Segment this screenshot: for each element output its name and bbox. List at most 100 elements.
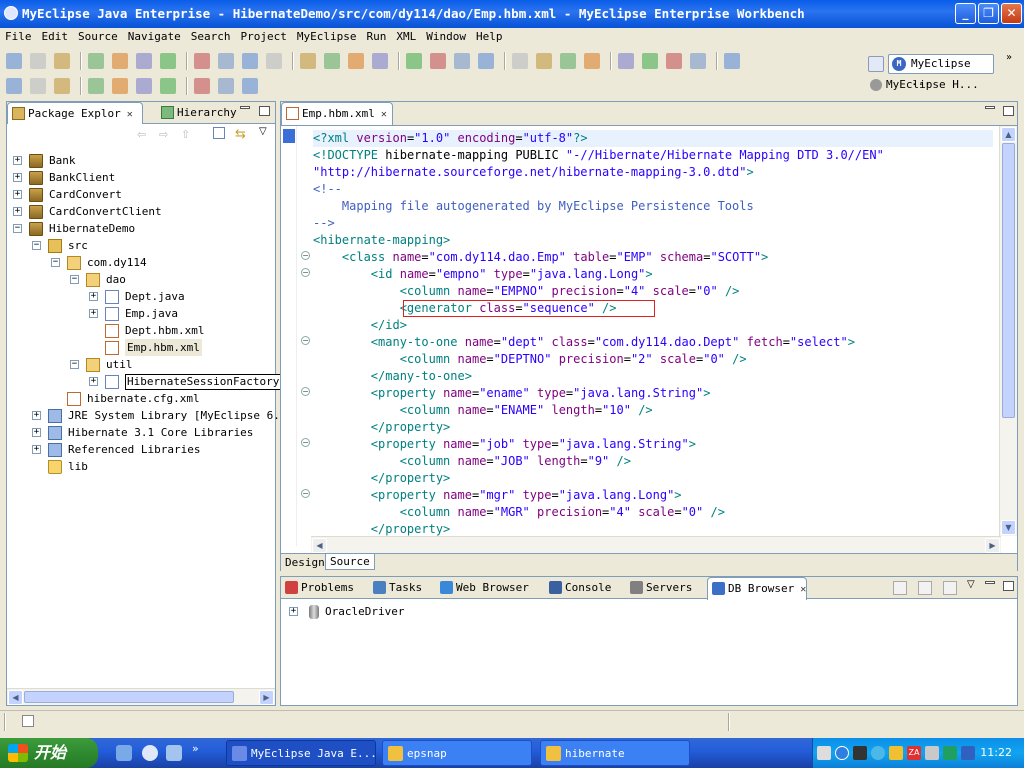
perspective-secondary[interactable]: MyEclipse H... <box>870 78 979 91</box>
perspective-myeclipse-button[interactable]: M MyEclipse ... <box>888 54 994 88</box>
toolbar1-button-9-icon[interactable] <box>242 53 258 69</box>
toolbar1-button-11-icon[interactable] <box>300 53 316 69</box>
maximize-view-icon[interactable] <box>259 106 270 116</box>
toolbar2-button-3-icon[interactable] <box>88 78 104 94</box>
toolbar1-button-8-icon[interactable] <box>218 53 234 69</box>
expand-icon[interactable]: + <box>89 309 98 318</box>
toolbar2-button-8-icon[interactable] <box>218 78 234 94</box>
menu-file[interactable]: File <box>0 28 37 46</box>
scroll-down-icon[interactable]: ▼ <box>1001 520 1016 535</box>
tree-item[interactable]: − dao <box>7 271 275 288</box>
expand-icon[interactable]: + <box>13 156 22 165</box>
expand-icon[interactable]: + <box>89 377 98 386</box>
toolbar2-button-6-icon[interactable] <box>160 78 176 94</box>
collapse-icon[interactable]: − <box>13 224 22 233</box>
quicklaunch-explorer-icon[interactable] <box>116 745 132 761</box>
toolbar1-button-18-icon[interactable] <box>478 53 494 69</box>
collapse-icon[interactable]: − <box>32 241 41 250</box>
tree-item[interactable]: + Bank <box>7 152 275 169</box>
maximize-bottom-icon[interactable] <box>1003 581 1014 591</box>
toolbar1-button-4-icon[interactable] <box>112 53 128 69</box>
close-button[interactable]: ✕ <box>1001 3 1022 24</box>
open-perspective-icon[interactable] <box>868 56 884 72</box>
tab-emp-hbm-xml[interactable]: Emp.hbm.xml ✕ <box>281 102 393 125</box>
fold-toggle-icon[interactable]: − <box>301 438 310 447</box>
scroll-right-icon[interactable]: ▶ <box>259 690 274 705</box>
tree-item[interactable]: + Referenced Libraries <box>7 441 275 458</box>
back-arrow-icon[interactable] <box>835 746 849 760</box>
expand-icon[interactable]: + <box>289 607 298 616</box>
za-icon[interactable]: ZA <box>907 746 921 760</box>
db-browser-open-icon[interactable] <box>943 581 957 595</box>
task-button[interactable]: epsnap <box>382 740 532 766</box>
toolbar1-button-20-icon[interactable] <box>536 53 552 69</box>
collapse-icon[interactable]: − <box>70 275 79 284</box>
toolbar2-button-4-icon[interactable] <box>112 78 128 94</box>
tree-item[interactable]: − util <box>7 356 275 373</box>
fold-toggle-icon[interactable]: − <box>301 336 310 345</box>
tab-hierarchy[interactable]: Hierarchy <box>157 102 247 124</box>
expand-icon[interactable]: + <box>13 207 22 216</box>
menu-help[interactable]: Help <box>471 28 508 46</box>
close-tab-icon[interactable]: ✕ <box>800 584 806 595</box>
toolbar2-button-5-icon[interactable] <box>136 78 152 94</box>
collapse-all-icon[interactable] <box>213 127 225 139</box>
tray-app-icon[interactable] <box>889 746 903 760</box>
toolbar2-button-0-icon[interactable] <box>6 78 22 94</box>
toolbar1-button-13-icon[interactable] <box>348 53 364 69</box>
quicklaunch-ie-icon[interactable] <box>142 745 158 761</box>
keyboard-icon[interactable] <box>817 746 831 760</box>
tree-item[interactable]: + JRE System Library [MyEclipse 6.0] <box>7 407 293 424</box>
start-button[interactable]: 开始 <box>0 738 98 768</box>
expand-icon[interactable]: + <box>32 445 41 454</box>
tree-item[interactable]: − src <box>7 237 275 254</box>
tree-item[interactable]: + BankClient <box>7 169 275 186</box>
db-browser-new-icon[interactable] <box>893 581 907 595</box>
toolbar1-button-19-icon[interactable] <box>512 53 528 69</box>
bottom-view-menu-icon[interactable]: ▽ <box>967 579 975 590</box>
expand-icon[interactable]: + <box>13 173 22 182</box>
minimize-button[interactable]: _ <box>955 3 976 24</box>
menu-xml[interactable]: XML <box>391 28 421 46</box>
tree-item[interactable]: − com.dy114 <box>7 254 275 271</box>
tree-hscrollbar[interactable]: ◀ ▶ <box>7 688 275 705</box>
toolbar1-button-5-icon[interactable] <box>136 53 152 69</box>
toolbar1-button-27-icon[interactable] <box>724 53 740 69</box>
clock[interactable]: 11:22 <box>980 738 1012 768</box>
editor-vscrollbar[interactable]: ▲ ▼ <box>999 126 1017 536</box>
back-icon[interactable]: ⇦ <box>137 128 146 141</box>
tab-web-browser[interactable]: Web Browser <box>436 577 543 599</box>
toolbar1-button-16-icon[interactable] <box>430 53 446 69</box>
menu-search[interactable]: Search <box>186 28 236 46</box>
menu-window[interactable]: Window <box>421 28 471 46</box>
collapse-icon[interactable]: − <box>51 258 60 267</box>
quicklaunch-media-icon[interactable] <box>166 745 182 761</box>
tab-design[interactable]: Design <box>285 556 325 569</box>
menu-navigate[interactable]: Navigate <box>123 28 186 46</box>
messenger-icon[interactable] <box>871 746 885 760</box>
tab-tasks[interactable]: Tasks <box>369 577 434 599</box>
tree-hscroll-thumb[interactable] <box>24 691 234 703</box>
link-with-editor-icon[interactable]: ⇆ <box>235 127 246 142</box>
editor-vscroll-thumb[interactable] <box>1002 143 1015 418</box>
tab-servers[interactable]: Servers <box>626 577 705 599</box>
toolbar1-button-26-icon[interactable] <box>690 53 706 69</box>
editor-hscrollbar[interactable]: ◀ ▶ <box>311 536 1001 553</box>
scroll-left-editor-icon[interactable]: ◀ <box>312 538 327 553</box>
scroll-right-editor-icon[interactable]: ▶ <box>985 538 1000 553</box>
toolbar1-button-12-icon[interactable] <box>324 53 340 69</box>
tree-item[interactable]: Dept.hbm.xml <box>7 322 275 339</box>
expand-icon[interactable]: + <box>32 411 41 420</box>
ati-icon[interactable] <box>961 746 975 760</box>
network-icon[interactable] <box>853 746 867 760</box>
toolbar1-button-25-icon[interactable] <box>666 53 682 69</box>
tree-item[interactable]: hibernate.cfg.xml <box>7 390 275 407</box>
toolbar1-button-22-icon[interactable] <box>584 53 600 69</box>
toolbar1-button-7-icon[interactable] <box>194 53 210 69</box>
quicklaunch-more-icon[interactable]: » <box>192 742 199 755</box>
tab-db-browser[interactable]: DB Browser ✕ <box>707 577 807 600</box>
fold-toggle-icon[interactable]: − <box>301 251 310 260</box>
fold-toggle-icon[interactable]: − <box>301 268 310 277</box>
toolbar2-button-9-icon[interactable] <box>242 78 258 94</box>
security-icon[interactable] <box>943 746 957 760</box>
